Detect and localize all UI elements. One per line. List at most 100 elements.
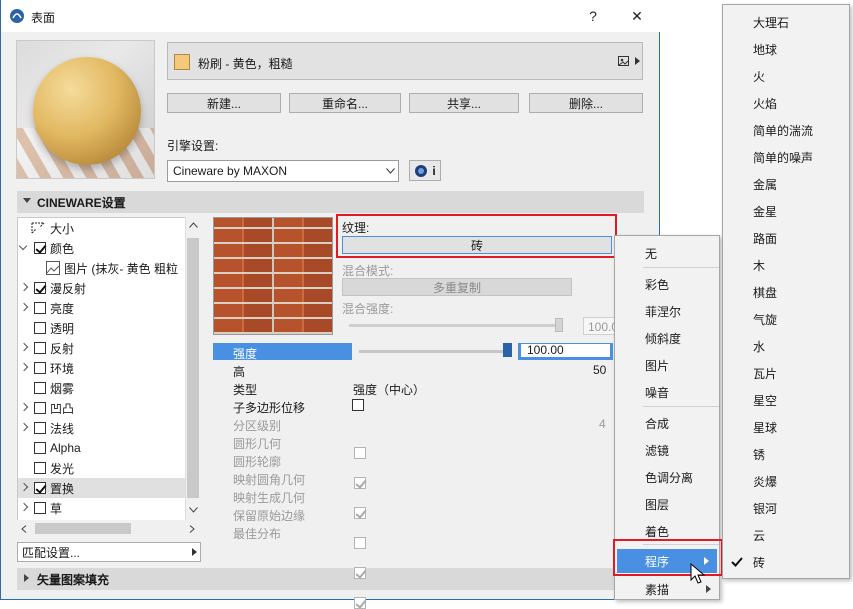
checkbox[interactable] bbox=[34, 422, 46, 434]
menu-item-posterize[interactable]: 色调分离 bbox=[615, 464, 693, 490]
round-geometry-checkbox[interactable] bbox=[354, 447, 366, 459]
menu-item-simple-turbulence[interactable]: 简单的湍流 bbox=[723, 117, 813, 143]
type-value[interactable]: 强度（中心） bbox=[353, 381, 425, 398]
checkbox[interactable] bbox=[34, 362, 46, 374]
map-result-checkbox[interactable] bbox=[354, 537, 366, 549]
engine-select[interactable]: Cineware by MAXON bbox=[167, 160, 399, 182]
menu-item-marble[interactable]: 大理石 bbox=[723, 9, 789, 35]
tree-item-reflection[interactable]: 反射 bbox=[18, 338, 186, 358]
tree-item-transparency[interactable]: 透明 bbox=[18, 318, 186, 338]
close-button[interactable]: ✕ bbox=[615, 0, 659, 32]
tree-item-color[interactable]: 颜色 bbox=[18, 238, 186, 258]
menu-item-gradient[interactable]: 倾斜度 bbox=[615, 325, 681, 351]
cineware-section-header[interactable]: CINEWARE设置 bbox=[17, 191, 644, 213]
slider-thumb[interactable] bbox=[503, 343, 512, 357]
menu-item-flame[interactable]: 火焰 bbox=[723, 90, 777, 116]
help-button[interactable]: ? bbox=[571, 0, 615, 32]
tree-item-fog[interactable]: 烟雾 bbox=[18, 378, 186, 398]
tree-item-diffuse[interactable]: 漫反射 bbox=[18, 278, 186, 298]
tree-item-glow[interactable]: 发光 bbox=[18, 458, 186, 478]
round-contour-checkbox[interactable] bbox=[354, 477, 366, 489]
tree-item-size[interactable]: 大小 bbox=[18, 218, 186, 238]
checkbox[interactable] bbox=[34, 382, 46, 394]
map-round-checkbox[interactable] bbox=[354, 507, 366, 519]
menu-item-wood[interactable]: 木 bbox=[723, 252, 765, 278]
menu-item-fire[interactable]: 火 bbox=[723, 63, 765, 89]
tree-item-alpha[interactable]: Alpha bbox=[18, 438, 186, 458]
menu-item-starfield[interactable]: 星空 bbox=[723, 387, 777, 413]
menu-item-layer[interactable]: 图层 bbox=[615, 491, 669, 517]
menu-item-fresnel[interactable]: 菲涅尔 bbox=[615, 298, 681, 324]
keep-edges-checkbox[interactable] bbox=[354, 567, 366, 579]
delete-button[interactable]: 删除... bbox=[529, 93, 643, 113]
height-value[interactable]: 50 bbox=[593, 363, 606, 377]
scrollbar-thumb[interactable] bbox=[35, 523, 131, 534]
best-distribution-checkbox[interactable] bbox=[354, 597, 366, 609]
slider-thumb[interactable] bbox=[555, 318, 563, 332]
checkbox[interactable] bbox=[34, 302, 46, 314]
menu-item-checkerboard[interactable]: 棋盘 bbox=[723, 279, 777, 305]
checkbox[interactable] bbox=[34, 242, 46, 254]
chevron-up-icon[interactable] bbox=[189, 222, 198, 228]
rename-button[interactable]: 重命名... bbox=[289, 93, 401, 113]
menu-item-tiles[interactable]: 瓦片 bbox=[723, 360, 777, 386]
tree-item-normal[interactable]: 法线 bbox=[18, 418, 186, 438]
chevron-right-icon[interactable] bbox=[18, 418, 30, 438]
checkbox[interactable] bbox=[34, 402, 46, 414]
chevron-down-icon[interactable] bbox=[18, 238, 30, 258]
share-button[interactable]: 共享... bbox=[409, 93, 519, 113]
tree-item-image[interactable]: 图片 (抹灰- 黄色 粗粒 bbox=[18, 258, 186, 278]
checkbox[interactable] bbox=[34, 322, 46, 334]
strength-slider[interactable] bbox=[359, 350, 509, 353]
blend-mode-button[interactable]: 多重复制 bbox=[342, 278, 572, 296]
menu-item-pavement[interactable]: 路面 bbox=[723, 225, 777, 251]
strength-field[interactable]: 100.00 bbox=[518, 343, 613, 360]
tree-item-displacement[interactable]: 置换 bbox=[18, 478, 186, 498]
menu-item-galaxy[interactable]: 银河 bbox=[723, 495, 777, 521]
material-selector[interactable]: 粉刷 - 黄色，粗糙 bbox=[167, 42, 643, 80]
checkbox[interactable] bbox=[34, 502, 46, 514]
menu-item-sunburst[interactable]: 炎爆 bbox=[723, 468, 777, 494]
chevron-right-icon[interactable] bbox=[18, 278, 30, 298]
checkbox[interactable] bbox=[34, 442, 46, 454]
menu-item-composite[interactable]: 合成 bbox=[615, 410, 669, 436]
chevron-right-icon[interactable] bbox=[18, 398, 30, 418]
menu-item-planet[interactable]: 星球 bbox=[723, 414, 777, 440]
chevron-left-icon[interactable] bbox=[21, 525, 27, 533]
menu-item-none[interactable]: 无 bbox=[615, 240, 657, 266]
subdiv-value[interactable]: 4 bbox=[599, 417, 606, 431]
menu-item-filter[interactable]: 滤镜 bbox=[615, 437, 669, 463]
menu-item-noise[interactable]: 噪音 bbox=[615, 379, 669, 405]
scrollbar-thumb[interactable] bbox=[187, 238, 199, 498]
new-button[interactable]: 新建... bbox=[167, 93, 281, 113]
chevron-right-icon[interactable] bbox=[18, 338, 30, 358]
chevron-right-icon[interactable] bbox=[18, 478, 30, 498]
tree-item-grass[interactable]: 草 bbox=[18, 498, 186, 518]
menu-item-simple-noise[interactable]: 简单的噪声 bbox=[723, 144, 813, 170]
menu-item-venus[interactable]: 金星 bbox=[723, 198, 777, 224]
menu-item-cyclone[interactable]: 气旋 bbox=[723, 306, 777, 332]
tree-item-luminance[interactable]: 亮度 bbox=[18, 298, 186, 318]
menu-item-color[interactable]: 彩色 bbox=[615, 271, 669, 297]
checkbox[interactable] bbox=[34, 282, 46, 294]
chevron-right-icon[interactable] bbox=[18, 498, 30, 518]
subpoly-checkbox[interactable] bbox=[352, 399, 364, 411]
blend-strength-slider[interactable] bbox=[349, 324, 559, 327]
vector-hatch-section-header[interactable]: 矢量图案填充 bbox=[17, 568, 644, 590]
menu-item-brick[interactable]: 砖 bbox=[723, 549, 765, 575]
menu-item-metal[interactable]: 金属 bbox=[723, 171, 777, 197]
menu-item-cloud[interactable]: 云 bbox=[723, 522, 765, 548]
tree-item-environment[interactable]: 环境 bbox=[18, 358, 186, 378]
checkbox[interactable] bbox=[34, 482, 46, 494]
menu-item-earth[interactable]: 地球 bbox=[723, 36, 777, 62]
menu-item-water[interactable]: 水 bbox=[723, 333, 765, 359]
checkbox[interactable] bbox=[34, 462, 46, 474]
texture-button[interactable]: 砖 bbox=[342, 236, 612, 254]
menu-item-image[interactable]: 图片 bbox=[615, 352, 669, 378]
chevron-right-icon[interactable] bbox=[189, 525, 195, 533]
engine-info-button[interactable]: i bbox=[409, 160, 441, 181]
match-settings-button[interactable]: 匹配设置... bbox=[17, 542, 201, 562]
chevron-down-icon[interactable] bbox=[189, 507, 198, 513]
chevron-right-icon[interactable] bbox=[18, 358, 30, 378]
checkbox[interactable] bbox=[34, 342, 46, 354]
